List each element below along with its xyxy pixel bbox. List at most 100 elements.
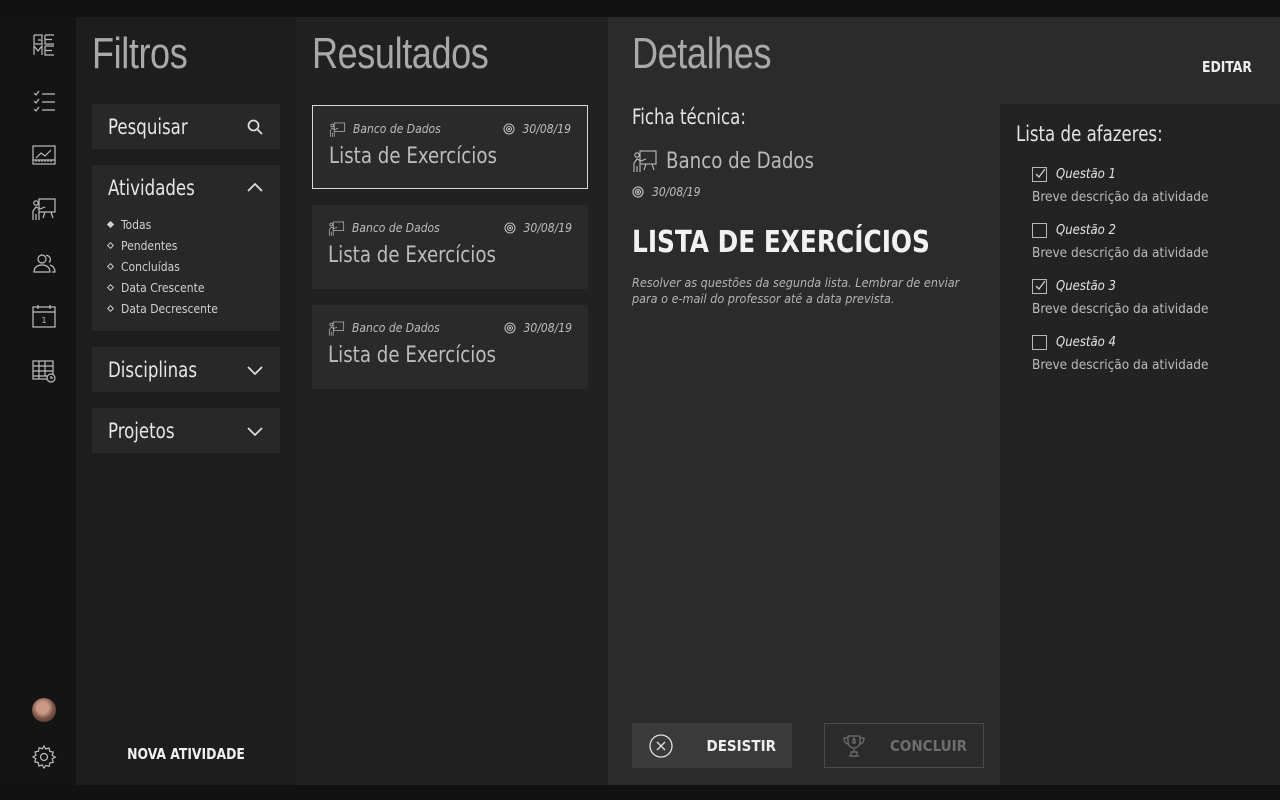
checkbox-checked[interactable]: [1032, 278, 1047, 294]
card-date: 30/08/19: [502, 122, 571, 136]
diamond-icon: [106, 262, 115, 271]
projects-toggle[interactable]: Projetos: [92, 408, 280, 453]
card-meta: Banco de Dados 30/08/19: [328, 219, 572, 237]
activities-panel: Atividades Todas Pendentes Concluídas Da…: [92, 165, 280, 331]
projects-label: Projetos: [108, 418, 175, 443]
todo-checkbox-row[interactable]: Questão 3: [1032, 277, 1208, 295]
projects-panel[interactable]: Projetos: [92, 408, 280, 453]
activity-title: LISTA DE EXERCÍCIOS: [632, 225, 930, 260]
result-card[interactable]: Banco de Dados 30/08/19 Lista de Exercíc…: [312, 105, 588, 189]
todo-item: Questão 2 Breve descrição da atividade: [1032, 221, 1208, 261]
teacher-board-icon: [633, 150, 657, 172]
activities-label: Atividades: [108, 175, 195, 200]
disciplines-label: Disciplinas: [108, 357, 198, 382]
card-title: Lista de Exercícios: [329, 144, 497, 169]
todo-checkbox-row[interactable]: Questão 4: [1032, 333, 1208, 351]
card-meta: Banco de Dados 30/08/19: [329, 120, 571, 138]
complete-label: CONCLUIR: [890, 736, 967, 755]
details-title: Detalhes: [632, 29, 772, 78]
target-icon: [503, 322, 516, 334]
filters-title: Filtros: [92, 29, 188, 78]
teacher-board-icon[interactable]: [30, 195, 58, 223]
target-icon: [502, 123, 515, 135]
option-pendentes[interactable]: Pendentes: [106, 235, 280, 256]
teacher-board-icon: [329, 122, 346, 137]
results-column: Resultados Banco de Dados 30/08/19 Lista…: [296, 17, 608, 785]
diamond-icon: [106, 283, 115, 292]
checklist-icon[interactable]: [30, 87, 58, 115]
results-title: Resultados: [312, 29, 489, 78]
chevron-down-icon: [247, 365, 263, 375]
detail-date: 30/08/19: [632, 185, 700, 199]
todo-item: Questão 1 Breve descrição da atividade: [1032, 165, 1208, 205]
todo-label: Questão 3: [1056, 278, 1116, 294]
check-icon: [1035, 168, 1046, 178]
card-subject: Banco de Dados: [352, 321, 440, 335]
todo-description: Breve descrição da atividade: [1032, 189, 1209, 205]
card-date: 30/08/19: [503, 221, 572, 235]
target-icon: [632, 186, 644, 198]
bottom-bar: [0, 785, 1280, 800]
new-activity-button[interactable]: NOVA ATIVIDADE: [85, 745, 287, 763]
search-panel[interactable]: Pesquisar: [92, 104, 280, 149]
todo-label: Questão 2: [1056, 222, 1116, 238]
activities-toggle[interactable]: Atividades: [92, 165, 280, 210]
calendar-icon[interactable]: 1: [30, 302, 58, 330]
gear-icon[interactable]: [30, 743, 58, 771]
result-card[interactable]: Banco de Dados 30/08/19 Lista de Exercíc…: [312, 205, 588, 289]
ficha-label: Ficha técnica:: [632, 105, 746, 129]
detail-subject: Banco de Dados: [632, 148, 827, 174]
disciplines-panel[interactable]: Disciplinas: [92, 347, 280, 392]
edit-button[interactable]: EDITAR: [1202, 58, 1252, 76]
table-clock-icon[interactable]: [30, 357, 58, 385]
close-circle-icon: [649, 733, 673, 758]
diamond-icon: [106, 241, 115, 250]
search-button[interactable]: Pesquisar: [92, 104, 280, 149]
check-icon: [1035, 280, 1046, 290]
todo-description: Breve descrição da atividade: [1032, 301, 1209, 317]
checkbox-checked[interactable]: [1032, 166, 1047, 182]
avatar[interactable]: [32, 698, 56, 722]
todo-checkbox-row[interactable]: Questão 1: [1032, 165, 1208, 183]
todo-description: Breve descrição da atividade: [1032, 245, 1209, 261]
result-card[interactable]: Banco de Dados 30/08/19 Lista de Exercíc…: [312, 305, 588, 389]
option-data-decrescente[interactable]: Data Decrescente: [106, 298, 280, 319]
todo-description: Breve descrição da atividade: [1032, 357, 1209, 373]
todo-label: Questão 1: [1056, 166, 1116, 182]
complete-button[interactable]: CONCLUIR: [824, 723, 984, 768]
option-data-crescente[interactable]: Data Crescente: [106, 277, 280, 298]
teacher-board-icon: [328, 321, 345, 336]
checkbox-unchecked[interactable]: [1032, 222, 1047, 238]
card-title: Lista de Exercícios: [328, 343, 496, 368]
diamond-icon: [106, 304, 115, 313]
details-column: Detalhes EDITAR Ficha técnica: Banco de …: [608, 17, 1280, 785]
target-icon: [503, 222, 516, 234]
card-subject: Banco de Dados: [353, 122, 441, 136]
people-icon[interactable]: [30, 249, 58, 277]
give-up-label: DESISTIR: [706, 736, 777, 755]
card-subject: Banco de Dados: [352, 221, 440, 235]
option-todas[interactable]: Todas: [106, 214, 280, 235]
top-bar: [0, 0, 1280, 17]
calendar-day: 1: [41, 316, 46, 325]
todo-checkbox-row[interactable]: Questão 2: [1032, 221, 1208, 239]
todo-item: Questão 3 Breve descrição da atividade: [1032, 277, 1208, 317]
activities-options: Todas Pendentes Concluídas Data Crescent…: [92, 210, 280, 331]
nav-rail: 1: [0, 17, 76, 785]
checkbox-unchecked[interactable]: [1032, 334, 1047, 350]
todo-label: Questão 4: [1056, 334, 1116, 350]
chart-icon[interactable]: [30, 141, 58, 169]
game-logo-icon[interactable]: [30, 31, 58, 59]
card-date: 30/08/19: [503, 321, 572, 335]
trophy-icon: [843, 734, 865, 757]
filters-column: Filtros Pesquisar Atividades Todas Pende…: [76, 17, 296, 785]
card-title: Lista de Exercícios: [328, 243, 496, 268]
give-up-button[interactable]: DESISTIR: [632, 723, 792, 768]
card-meta: Banco de Dados 30/08/19: [328, 319, 572, 337]
todo-item: Questão 4 Breve descrição da atividade: [1032, 333, 1208, 373]
search-label: Pesquisar: [108, 114, 188, 139]
option-concluidas[interactable]: Concluídas: [106, 256, 280, 277]
disciplines-toggle[interactable]: Disciplinas: [92, 347, 280, 392]
search-icon: [247, 119, 263, 135]
todo-title: Lista de afazeres:: [1016, 122, 1163, 146]
